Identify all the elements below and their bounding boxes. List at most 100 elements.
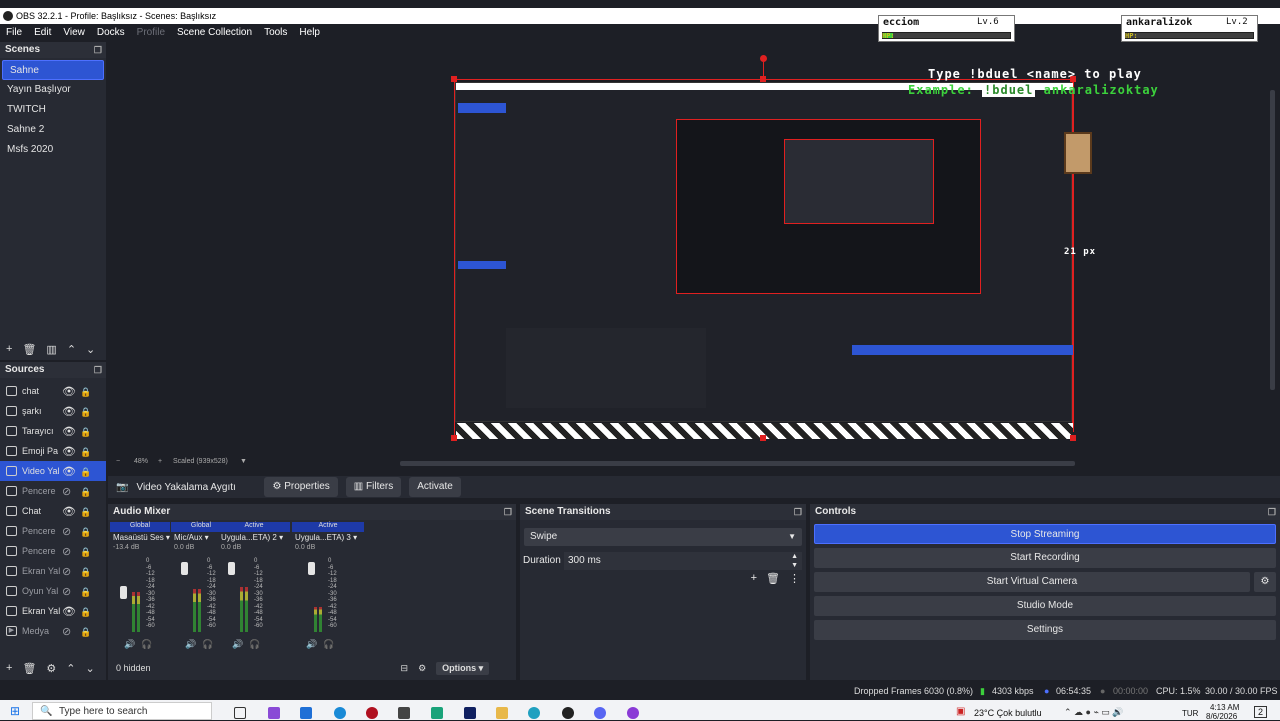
app-icon[interactable] — [366, 707, 378, 719]
lock-icon[interactable]: 🔒 — [80, 622, 91, 642]
source-item[interactable]: chat 👁 🔒 — [0, 381, 106, 401]
resize-handle[interactable] — [451, 435, 457, 441]
add-icon[interactable]: + — [6, 662, 12, 674]
layout-icon[interactable]: ⊟ — [401, 663, 409, 674]
gear-icon[interactable]: ⚙ — [46, 662, 56, 675]
lock-icon[interactable]: 🔒 — [80, 482, 91, 502]
speaker-icon[interactable]: 🔊 — [232, 639, 243, 650]
source-item[interactable]: Ekran Yal ⊘ 🔒 — [0, 561, 106, 581]
float-icon[interactable]: ❐ — [1268, 504, 1276, 520]
eye-icon[interactable]: 👁 — [62, 602, 76, 622]
zoom-out-icon[interactable]: − — [116, 458, 120, 465]
lock-icon[interactable]: 🔒 — [80, 422, 91, 442]
volume-fader[interactable] — [120, 586, 127, 599]
source-item[interactable]: ▶ Medya ⊘ 🔒 — [0, 621, 106, 641]
app-icon[interactable] — [268, 707, 280, 719]
menu-profile[interactable]: Profile — [131, 24, 171, 41]
eye-icon[interactable]: 👁 — [62, 422, 76, 442]
app-icon[interactable] — [464, 707, 476, 719]
muted-speaker-icon[interactable]: 🔊 — [306, 639, 317, 650]
lock-icon[interactable]: 🔒 — [80, 462, 91, 482]
task-view-icon[interactable] — [234, 707, 246, 719]
eye-icon[interactable]: 👁 — [62, 502, 76, 522]
source-item[interactable]: Pencere ⊘ 🔒 — [0, 541, 106, 561]
windows-start-icon[interactable]: ⊞ — [10, 704, 20, 718]
move-up-icon[interactable]: ⌃ — [66, 662, 75, 675]
start-virtual-camera-button[interactable]: Start Virtual Camera — [814, 572, 1250, 592]
trash-icon[interactable]: 🗑 — [766, 572, 780, 585]
lock-icon[interactable]: 🔒 — [80, 502, 91, 522]
duration-spinbox[interactable]: 300 ms ▲ ▼ — [564, 552, 802, 570]
scene-item[interactable]: Sahne — [2, 60, 104, 80]
source-item[interactable]: Emoji Pa 👁 🔒 — [0, 441, 106, 461]
eye-icon[interactable]: 👁 — [62, 382, 76, 402]
app-icon[interactable] — [398, 707, 410, 719]
transition-select[interactable]: Swipe ▼ — [524, 528, 802, 546]
start-recording-button[interactable]: Start Recording — [814, 548, 1276, 568]
eye-hidden-icon[interactable]: ⊘ — [62, 622, 71, 642]
preview-canvas[interactable] — [454, 79, 1074, 439]
resize-handle[interactable] — [1070, 435, 1076, 441]
eye-icon[interactable]: 👁 — [62, 402, 76, 422]
zoom-in-icon[interactable]: + — [158, 458, 162, 465]
app-icon[interactable] — [562, 707, 574, 719]
spin-arrows-icon[interactable]: ▲ ▼ — [791, 552, 798, 570]
obs-icon[interactable] — [528, 707, 540, 719]
eye-hidden-icon[interactable]: ⊘ — [62, 522, 71, 542]
float-icon[interactable]: ❐ — [794, 504, 802, 520]
add-icon[interactable]: + — [6, 343, 12, 355]
app-icon[interactable] — [627, 707, 639, 719]
more-icon[interactable]: ⋮ — [789, 572, 800, 585]
eye-hidden-icon[interactable]: ⊘ — [62, 542, 71, 562]
properties-button[interactable]: ⚙ Properties — [264, 477, 338, 497]
lock-icon[interactable]: 🔒 — [80, 382, 91, 402]
eye-hidden-icon[interactable]: ⊘ — [62, 562, 71, 582]
speaker-icon[interactable]: 🔊 — [124, 639, 135, 650]
resize-handle[interactable] — [760, 435, 766, 441]
menu-file[interactable]: File — [0, 24, 28, 41]
menu-tools[interactable]: Tools — [258, 24, 293, 41]
speaker-icon[interactable]: 🔊 — [185, 639, 196, 650]
add-transition-icon[interactable]: + — [751, 572, 757, 585]
vertical-scrollbar[interactable] — [1270, 90, 1275, 390]
stop-streaming-button[interactable]: Stop Streaming — [814, 524, 1276, 544]
headphones-icon[interactable]: 🎧 — [323, 639, 334, 650]
source-item[interactable]: Ekran Yal 👁 🔒 — [0, 601, 106, 621]
source-item[interactable]: Pencere ⊘ 🔒 — [0, 481, 106, 501]
eye-icon[interactable]: 👁 — [62, 462, 76, 482]
channel-name[interactable]: Uygula...ETA) 3 ▾ — [292, 532, 364, 544]
options-button[interactable]: Options ▾ — [436, 661, 490, 675]
activate-button[interactable]: Activate — [409, 477, 461, 497]
lock-icon[interactable]: 🔒 — [80, 522, 91, 542]
float-icon[interactable]: ❐ — [94, 42, 102, 58]
mixer-settings-icon[interactable]: ⚙ — [418, 663, 426, 674]
input-language[interactable]: TUR — [1182, 709, 1198, 718]
volume-fader[interactable] — [308, 562, 315, 575]
lock-icon[interactable]: 🔒 — [80, 602, 91, 622]
lock-icon[interactable]: 🔒 — [80, 542, 91, 562]
source-item[interactable]: Video Yal 👁 🔒 — [0, 461, 106, 481]
source-item[interactable]: Pencere ⊘ 🔒 — [0, 521, 106, 541]
headphones-icon[interactable]: 🎧 — [249, 639, 260, 650]
menu-edit[interactable]: Edit — [28, 24, 57, 41]
volume-fader[interactable] — [228, 562, 235, 575]
notification-badge[interactable]: 2 — [1254, 706, 1268, 718]
menu-scene-collection[interactable]: Scene Collection — [171, 24, 258, 41]
source-item[interactable]: Chat 👁 🔒 — [0, 501, 106, 521]
source-item[interactable]: şarkı 👁 🔒 — [0, 401, 106, 421]
source-item[interactable]: Tarayıcı 👁 🔒 — [0, 421, 106, 441]
eye-icon[interactable]: 👁 — [62, 442, 76, 462]
lock-icon[interactable]: 🔒 — [80, 402, 91, 422]
move-up-icon[interactable]: ⌃ — [67, 343, 76, 356]
eye-hidden-icon[interactable]: ⊘ — [62, 482, 71, 502]
headphones-icon[interactable]: 🎧 — [141, 639, 152, 650]
float-icon[interactable]: ❐ — [94, 362, 102, 378]
studio-mode-button[interactable]: Studio Mode — [814, 596, 1276, 616]
tray-icons[interactable]: ⌃ ☁ ● ⌁ ▭ 🔊 — [1064, 707, 1124, 718]
lock-icon[interactable]: 🔒 — [80, 562, 91, 582]
channel-name[interactable]: Masaüstü Ses ▾ — [110, 532, 170, 544]
folder-icon[interactable] — [496, 707, 508, 719]
channel-name[interactable]: Uygula...ETA) 2 ▾ — [218, 532, 290, 544]
gear-icon[interactable]: ⚙ — [1254, 572, 1276, 592]
filters-button[interactable]: ▥ Filters — [345, 477, 402, 497]
